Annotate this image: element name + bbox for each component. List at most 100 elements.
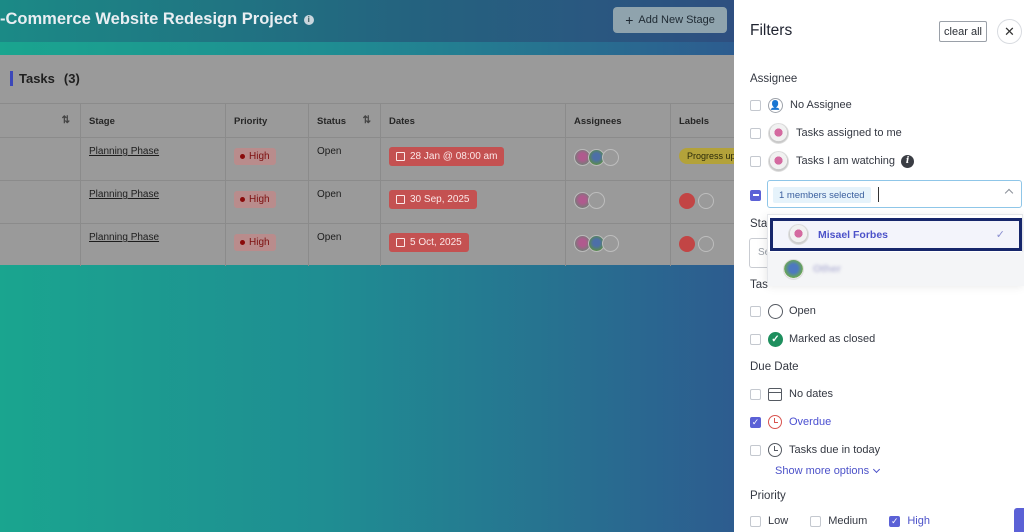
checkbox[interactable]	[750, 444, 761, 456]
date-badge[interactable]: 28 Jan @ 08:00 am	[389, 147, 505, 166]
add-assignee-icon[interactable]	[602, 149, 619, 166]
checkbox[interactable]	[750, 189, 761, 201]
close-icon[interactable]: ✕	[997, 19, 1022, 44]
column-header-labels[interactable]: Labels	[670, 104, 734, 137]
label-color-dot[interactable]	[679, 193, 695, 209]
column-header-status[interactable]: Status ⇅	[308, 104, 380, 137]
priority-dot-icon	[240, 154, 245, 159]
status-cell[interactable]: Open	[308, 224, 380, 266]
members-select[interactable]: 1 members selected	[767, 180, 1022, 208]
stage-section-title: Sta	[750, 218, 768, 230]
assignees-cell[interactable]	[565, 138, 670, 180]
label-badge[interactable]: Progress up	[679, 148, 734, 164]
filter-option-assigned-to-me[interactable]: Tasks assigned to me	[750, 122, 902, 144]
project-header: -Commerce Website Redesign Project i + Ad…	[0, 0, 734, 42]
dates-cell: 28 Jan @ 08:00 am	[380, 138, 565, 180]
stage-cell: Planning Phase	[80, 181, 225, 223]
project-title-text: -Commerce Website Redesign Project	[0, 10, 298, 28]
assignee-section-title: Assignee	[750, 73, 798, 85]
priority-dot-icon	[240, 197, 245, 202]
column-header-status-label: Status	[317, 116, 347, 127]
filter-option-due-today[interactable]: Tasks due in today	[750, 440, 880, 460]
checkbox-checked[interactable]: ✓	[750, 416, 761, 428]
filter-option-watching[interactable]: Tasks I am watching i	[750, 150, 915, 172]
filter-option-medium[interactable]: Medium	[810, 515, 867, 527]
filter-option-label: No dates	[789, 388, 834, 400]
dates-cell: 30 Sep, 2025	[380, 181, 565, 223]
info-icon[interactable]: i	[303, 15, 314, 25]
column-header-stage[interactable]: Stage	[80, 104, 225, 137]
stage-link[interactable]: Planning Phase	[89, 232, 159, 243]
table-row[interactable]: Planning Phase High Open 28 Jan @ 08:00 …	[0, 137, 734, 180]
filter-option-no-dates[interactable]: No dates	[750, 384, 833, 404]
date-badge[interactable]: 30 Sep, 2025	[389, 190, 477, 209]
status-cell[interactable]: Open	[308, 138, 380, 180]
assignees-cell[interactable]	[565, 181, 670, 223]
column-header-assignees[interactable]: Assignees	[565, 104, 670, 137]
apply-button-edge[interactable]	[1014, 508, 1024, 532]
table-row[interactable]: Planning Phase High Open 5 Oct, 2025	[0, 223, 734, 266]
date-badge-label: 5 Oct, 2025	[410, 237, 462, 248]
filter-option-closed[interactable]: ✓ Marked as closed	[750, 329, 875, 349]
info-icon[interactable]: i	[901, 154, 915, 168]
members-filter-checkbox-row[interactable]	[750, 185, 768, 205]
table-row[interactable]: Planning Phase High Open 30 Sep, 2025	[0, 180, 734, 223]
add-new-stage-button[interactable]: + Add New Stage	[613, 7, 727, 33]
checkbox[interactable]	[750, 333, 761, 345]
filters-drawer: Filters clear all ✕ Assignee 👤 No Assign…	[734, 0, 1024, 532]
tasks-count: (3)	[63, 71, 80, 86]
avatar	[768, 150, 789, 172]
clock-icon	[768, 415, 782, 429]
tasks-panel: Tasks (3) ⇅ Stage Priority Status ⇅ Dates…	[0, 55, 734, 266]
add-label-icon[interactable]	[698, 193, 714, 209]
filter-option-label: Marked as closed	[789, 333, 876, 345]
clear-all-button[interactable]: clear all	[939, 21, 987, 42]
clock-icon	[768, 443, 782, 457]
add-label-icon[interactable]	[698, 236, 714, 252]
checkbox[interactable]	[750, 388, 761, 400]
checkbox[interactable]	[750, 99, 761, 111]
filter-option-overdue[interactable]: ✓ Overdue	[750, 412, 831, 432]
add-assignee-icon[interactable]	[588, 192, 605, 209]
filter-option-label: Low	[768, 515, 789, 527]
labels-cell	[670, 224, 734, 266]
heading-accent-bar	[10, 71, 13, 86]
filter-option-low[interactable]: Low	[750, 515, 788, 527]
checkbox[interactable]	[750, 155, 761, 167]
chevron-up-icon[interactable]	[1004, 188, 1014, 198]
stage-link[interactable]: Planning Phase	[89, 189, 159, 200]
date-badge-label: 30 Sep, 2025	[410, 194, 470, 205]
sort-icon[interactable]: ⇅	[62, 115, 70, 126]
filter-option-open[interactable]: Open	[750, 301, 816, 321]
project-title: -Commerce Website Redesign Project i	[0, 10, 314, 29]
task-title-cell	[0, 138, 80, 180]
person-icon: 👤	[768, 97, 783, 113]
checkbox[interactable]	[810, 515, 822, 527]
filter-option-high[interactable]: ✓ High	[889, 515, 930, 527]
stage-search-input[interactable]: Se	[749, 238, 770, 268]
stage-cell: Planning Phase	[80, 138, 225, 180]
label-color-dot[interactable]	[679, 236, 695, 252]
assignees-cell[interactable]	[565, 224, 670, 266]
date-badge[interactable]: 5 Oct, 2025	[389, 233, 469, 252]
add-assignee-icon[interactable]	[602, 235, 619, 252]
sort-icon[interactable]: ⇅	[363, 115, 371, 126]
priority-badge-label: High	[249, 194, 270, 205]
status-cell[interactable]: Open	[308, 181, 380, 223]
show-more-options-link[interactable]: Show more options	[775, 465, 881, 477]
stage-link[interactable]: Planning Phase	[89, 146, 159, 157]
filter-option-no-assignee[interactable]: 👤 No Assignee	[750, 95, 852, 115]
priority-badge[interactable]: High	[234, 234, 276, 251]
priority-badge[interactable]: High	[234, 148, 276, 165]
checkbox[interactable]	[750, 305, 761, 317]
checkbox-checked[interactable]: ✓	[889, 515, 901, 527]
avatar	[768, 122, 789, 144]
column-header-dates[interactable]: Dates	[380, 104, 565, 137]
priority-badge[interactable]: High	[234, 191, 276, 208]
member-option-selected[interactable]: Misael Forbes ✓	[770, 218, 1022, 251]
column-header-priority[interactable]: Priority	[225, 104, 308, 137]
member-option[interactable]: Other	[768, 252, 1024, 286]
checkbox[interactable]	[750, 127, 761, 139]
checkbox[interactable]	[750, 515, 761, 527]
dates-cell: 5 Oct, 2025	[380, 224, 565, 266]
